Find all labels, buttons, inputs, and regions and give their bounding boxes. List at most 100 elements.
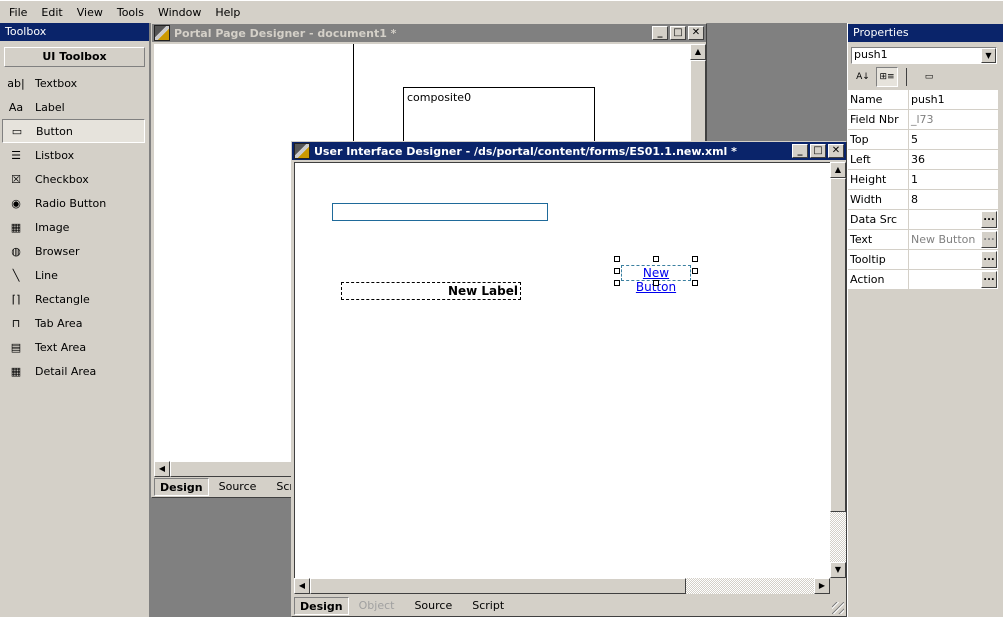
property-value[interactable]: 5	[909, 130, 998, 149]
ui-horizontal-scrollbar[interactable]: ◀ ▶	[294, 578, 830, 594]
scroll-right-button[interactable]: ▶	[814, 578, 830, 594]
resize-handle[interactable]	[653, 256, 659, 262]
chevron-down-icon[interactable]: ▼	[981, 48, 996, 63]
tool-item-tab-area[interactable]: ⊓ Tab Area	[2, 311, 145, 335]
tool-item-label: Browser	[35, 244, 80, 258]
property-name: Tooltip	[848, 250, 909, 269]
resize-handle[interactable]	[614, 268, 620, 274]
tab-design[interactable]: Design	[294, 597, 349, 615]
button-widget[interactable]: New Button	[621, 265, 691, 294]
close-button[interactable]: ✕	[688, 26, 704, 40]
scroll-left-button[interactable]: ◀	[294, 578, 310, 594]
property-name: Left	[848, 150, 909, 169]
resize-grip-icon[interactable]	[832, 602, 844, 614]
tab-source[interactable]: Source	[209, 478, 267, 496]
property-value[interactable]: _l73	[909, 110, 998, 129]
maximize-button[interactable]: □	[670, 26, 686, 40]
menu-edit[interactable]: Edit	[36, 6, 71, 19]
maximize-button[interactable]: □	[810, 144, 826, 158]
scroll-up-button[interactable]: ▲	[690, 44, 706, 60]
menu-view[interactable]: View	[72, 6, 112, 19]
tool-item-label: Detail Area	[35, 364, 97, 378]
tool-item-button[interactable]: ▭ Button	[2, 119, 145, 143]
tool-item-label: Rectangle	[35, 292, 90, 306]
scroll-left-button[interactable]: ◀	[154, 461, 170, 477]
tab-script[interactable]: Script	[462, 597, 514, 615]
label-widget[interactable]: New Label	[341, 282, 521, 300]
close-button[interactable]: ✕	[828, 144, 844, 158]
ui-toolbox-header[interactable]: UI Toolbox	[4, 47, 145, 67]
resize-handle[interactable]	[614, 256, 620, 262]
tool-item-text-area[interactable]: ▤ Text Area	[2, 335, 145, 359]
textbox-widget[interactable]	[332, 203, 548, 221]
property-value[interactable]: ...	[909, 270, 998, 289]
scroll-thumb[interactable]	[170, 461, 294, 477]
property-value[interactable]: 36	[909, 150, 998, 169]
tool-item-image[interactable]: ▦ Image	[2, 215, 145, 239]
tool-item-listbox[interactable]: ☰ Listbox	[2, 143, 145, 167]
button-icon: ▭	[11, 124, 23, 138]
menu-tools[interactable]: Tools	[112, 6, 153, 19]
tool-item-checkbox[interactable]: ☒ Checkbox	[2, 167, 145, 191]
tab-design[interactable]: Design	[154, 478, 209, 496]
property-value[interactable]: 1	[909, 170, 998, 189]
property-value[interactable]: 8	[909, 190, 998, 209]
tool-list: ab| Textbox Aa Label ▭ Button ☰ Listbox ☒ Checkbo…	[0, 71, 149, 383]
radio-button-icon: ◉	[11, 196, 21, 210]
scroll-thumb[interactable]	[310, 578, 686, 594]
property-row-text: Text New Button...	[848, 230, 998, 250]
scroll-down-button[interactable]: ▼	[830, 562, 846, 578]
resize-handle[interactable]	[614, 280, 620, 286]
tool-item-detail-area[interactable]: ▦ Detail Area	[2, 359, 145, 383]
property-value-text: 8	[911, 193, 918, 206]
portal-horizontal-scrollbar[interactable]: ◀	[154, 461, 294, 477]
ui-design-canvas[interactable]: New Label New Button	[294, 162, 830, 578]
sort-alphabetical-icon[interactable]: A↓	[852, 67, 874, 87]
tool-item-textbox[interactable]: ab| Textbox	[2, 71, 145, 95]
properties-panel: Properties push1 ▼ A↓ ⊞≡ ▭ Name push1 Fiel…	[847, 23, 1003, 617]
ui-window-titlebar[interactable]: User Interface Designer - /ds/portal/con…	[292, 142, 846, 160]
tool-item-rectangle[interactable]: ⌈⌉ Rectangle	[2, 287, 145, 311]
ui-vertical-scrollbar[interactable]: ▲ ▼	[830, 162, 846, 578]
scroll-thumb[interactable]	[830, 178, 846, 512]
property-pages-icon[interactable]: ▭	[918, 67, 940, 87]
properties-toolbar: A↓ ⊞≡ ▭	[849, 66, 1003, 88]
property-value[interactable]: ...	[909, 250, 998, 269]
resize-handle[interactable]	[692, 268, 698, 274]
property-grid: Name push1 Field Nbr _l73 Top 5 Left 36 Height 1 W…	[848, 90, 998, 290]
object-selector[interactable]: push1 ▼	[851, 47, 997, 64]
ellipsis-button[interactable]: ...	[981, 211, 997, 228]
rectangle-icon: ⌈⌉	[11, 292, 21, 306]
tool-item-browser[interactable]: ◍ Browser	[2, 239, 145, 263]
tool-item-label: Label	[35, 100, 65, 114]
tool-item-label: Line	[35, 268, 58, 282]
property-value[interactable]: New Button...	[909, 230, 998, 249]
categorized-icon[interactable]: ⊞≡	[876, 67, 898, 87]
toolbox-title: Toolbox	[0, 23, 149, 41]
ellipsis-button[interactable]: ...	[981, 251, 997, 268]
resize-handle[interactable]	[653, 280, 659, 286]
tool-item-line[interactable]: ╲ Line	[2, 263, 145, 287]
tool-item-label[interactable]: Aa Label	[2, 95, 145, 119]
menu-file[interactable]: File	[4, 6, 36, 19]
ellipsis-button[interactable]: ...	[981, 231, 997, 248]
portal-window-titlebar[interactable]: Portal Page Designer - document1 * _ □ ✕	[152, 24, 706, 42]
ellipsis-button[interactable]: ...	[981, 271, 997, 288]
resize-handle[interactable]	[692, 256, 698, 262]
property-value[interactable]: push1	[909, 90, 998, 109]
minimize-button[interactable]: _	[652, 26, 668, 40]
property-row-tooltip: Tooltip...	[848, 250, 998, 270]
tool-item-radio-button[interactable]: ◉ Radio Button	[2, 191, 145, 215]
property-value[interactable]: ...	[909, 210, 998, 229]
minimize-button[interactable]: _	[792, 144, 808, 158]
label-icon: Aa	[8, 100, 24, 114]
property-row-width: Width 8	[848, 190, 998, 210]
tab-source[interactable]: Source	[404, 597, 462, 615]
menu-window[interactable]: Window	[153, 6, 210, 19]
tool-item-label: Textbox	[35, 76, 78, 90]
menu-help[interactable]: Help	[210, 6, 249, 19]
scroll-up-button[interactable]: ▲	[830, 162, 846, 178]
tool-item-label: Button	[36, 124, 73, 138]
resize-handle[interactable]	[692, 280, 698, 286]
property-name: Width	[848, 190, 909, 209]
